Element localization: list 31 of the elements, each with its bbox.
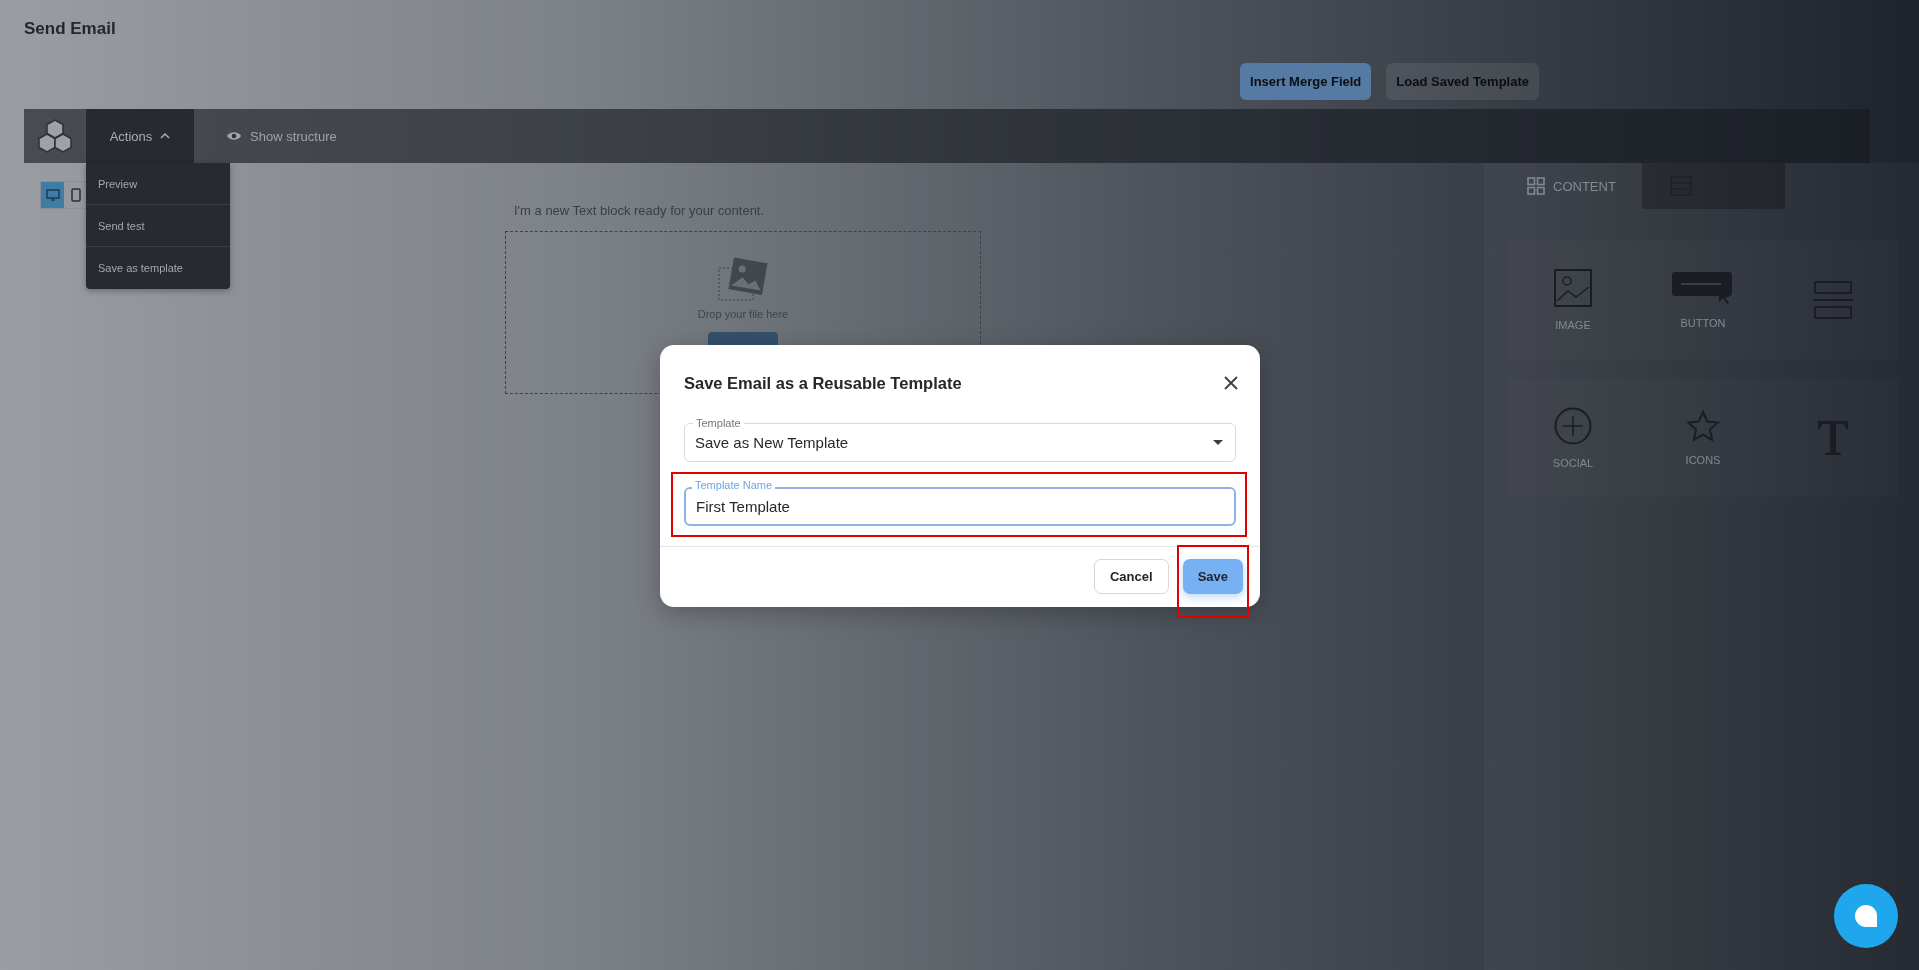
monitor-icon bbox=[45, 189, 60, 201]
chat-bubble-icon bbox=[1854, 904, 1878, 928]
placeholder-text: I'm a new Text block ready for your content. bbox=[514, 203, 765, 218]
field-label: Template Name bbox=[692, 478, 776, 492]
eye-icon bbox=[226, 131, 242, 141]
cancel-button[interactable]: Cancel bbox=[1094, 559, 1169, 594]
cubes-logo bbox=[37, 118, 73, 154]
actions-button[interactable]: Actions bbox=[86, 109, 194, 163]
save-button[interactable]: Save bbox=[1182, 559, 1243, 594]
close-icon bbox=[1224, 376, 1238, 390]
upload-button[interactable] bbox=[708, 332, 778, 346]
caret-icon bbox=[160, 133, 171, 139]
show-structure-button[interactable]: Show structure bbox=[220, 109, 343, 163]
insert-button[interactable]: Insert Merge Field bbox=[1240, 63, 1372, 100]
dropdown-caret-icon bbox=[1213, 440, 1223, 445]
dialog-title: Save Email as a Reusable Template bbox=[684, 373, 962, 393]
text-icon bbox=[1816, 419, 1850, 457]
button-icon bbox=[1671, 271, 1735, 305]
picture-placeholder-icon bbox=[717, 256, 769, 302]
field-label: Template bbox=[693, 416, 744, 430]
menu-item[interactable]: Save as template bbox=[86, 247, 230, 289]
star-icon bbox=[1686, 410, 1720, 442]
image-icon bbox=[1554, 269, 1592, 307]
divider-icon bbox=[1813, 281, 1853, 319]
grid-icon bbox=[1527, 177, 1545, 195]
plus-circle-icon bbox=[1554, 407, 1592, 445]
close-button[interactable] bbox=[1222, 374, 1240, 392]
menu-item[interactable]: Preview bbox=[86, 163, 230, 205]
menu-item[interactable]: Send test bbox=[86, 205, 230, 247]
page-title: Send Email bbox=[24, 19, 117, 40]
tablet-icon bbox=[70, 188, 81, 202]
